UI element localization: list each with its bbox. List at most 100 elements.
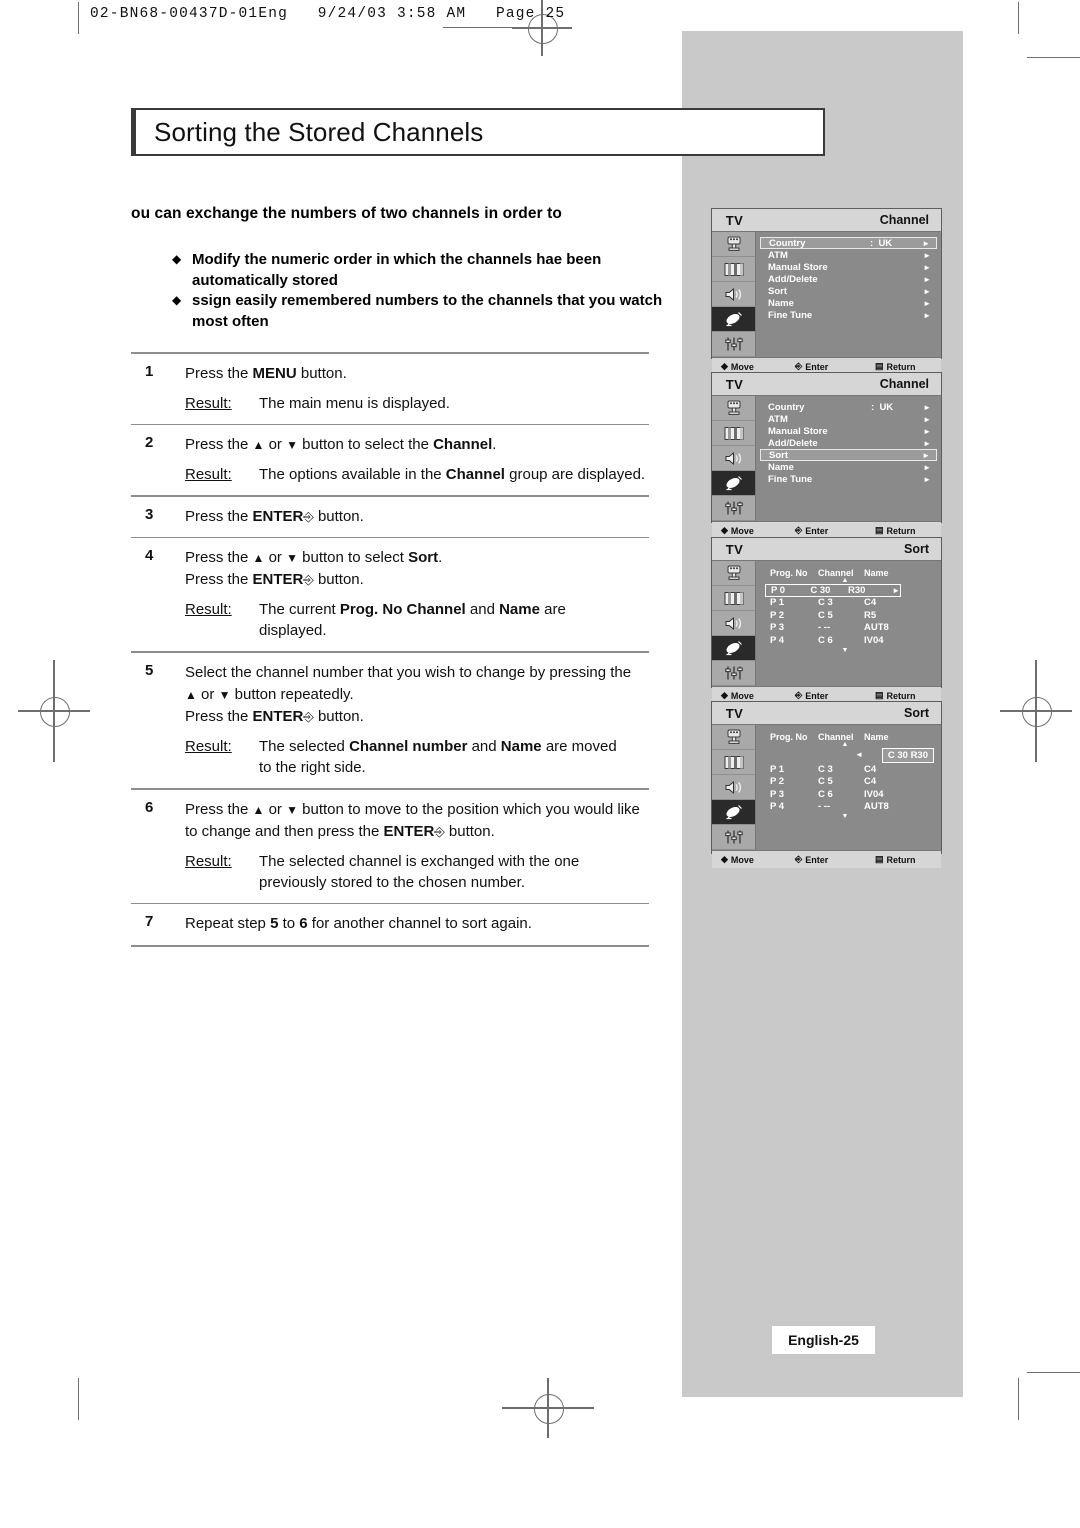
step-text-5: Select the channel number that you wish …: [185, 663, 632, 725]
page-title-box: Sorting the Stored Channels: [131, 108, 825, 156]
step-text-1: Press the MENU button.: [185, 364, 347, 382]
osd-menu-item-label: Add/Delete: [768, 437, 818, 449]
osd-screen-title: Sort: [904, 542, 929, 556]
bullet-diamond-icon-2: ◆: [172, 293, 182, 307]
sound-icon[interactable]: [712, 775, 755, 800]
osd-screen-2: TV Channel Country : UK ► ATM ► Manual S…: [711, 372, 942, 539]
intro-bullet-2-text: ssign easily remembered numbers to the c…: [192, 292, 663, 330]
scroll-down-arrow-icon[interactable]: ▼: [770, 647, 920, 654]
osd-menu-item-atm[interactable]: ATM ►: [760, 249, 937, 261]
osd-sort-row[interactable]: P 1 C 3 C4: [756, 597, 941, 610]
picture-icon[interactable]: [712, 421, 755, 446]
osd-sort-channel: C 30: [810, 584, 831, 596]
osd-menu-item-country[interactable]: Country : UK ►: [760, 237, 937, 249]
osd-sort-channel: - --: [818, 801, 831, 813]
osd-menu-item-fine-tune[interactable]: Fine Tune ►: [760, 473, 937, 485]
registration-mark-left-middle: [18, 660, 90, 762]
osd-sort-row[interactable]: P 3 C 6 IV04: [756, 788, 941, 801]
osd-sort-row[interactable]: P 4 C 6 IV04: [756, 634, 941, 647]
osd-sort-row[interactable]: P 1 C 3 C4: [756, 763, 941, 776]
osd-menu-item-sort[interactable]: Sort ►: [760, 449, 937, 461]
input-source-icon[interactable]: [712, 725, 755, 750]
osd-menu-item-name[interactable]: Name ►: [760, 461, 937, 473]
step-row-3: 3 Press the ENTER⎆ button.: [131, 497, 649, 537]
osd-sort-col-channel: Channel: [818, 732, 854, 742]
chevron-right-icon: ►: [923, 298, 931, 308]
osd-menu-item-label: Country: [769, 237, 806, 249]
osd-footer-enter-label: Enter: [805, 690, 829, 701]
setup-sliders-icon[interactable]: [712, 496, 755, 521]
sound-icon[interactable]: [712, 446, 755, 471]
osd-footer-return: ▤ Return: [875, 361, 916, 372]
osd-sort-row[interactable]: P 4 - -- AUT8: [756, 801, 941, 814]
osd-footer-bar: ◆ Move ⎆ Enter ▤ Return: [712, 850, 941, 868]
menu-bars-icon: ▤: [875, 690, 884, 700]
osd-sort-name: R30: [848, 584, 866, 596]
osd-menu-item-add-delete[interactable]: Add/Delete ►: [760, 437, 937, 449]
input-source-icon[interactable]: [712, 561, 755, 586]
input-source-icon[interactable]: [712, 396, 755, 421]
registration-mark-bottom-center: [502, 1378, 594, 1438]
osd-footer-move-label: Move: [730, 854, 754, 865]
chevron-right-icon: ►: [923, 286, 931, 296]
osd-sort-header: Prog. No Channel Name: [756, 732, 941, 742]
osd-menu-item-country[interactable]: Country : UK ►: [760, 401, 937, 413]
setup-sliders-icon[interactable]: [712, 332, 755, 357]
osd-menu-item-sort[interactable]: Sort ►: [760, 285, 937, 297]
enter-key-icon: ⎆: [795, 690, 803, 700]
picture-icon[interactable]: [712, 750, 755, 775]
osd-menu-item-name[interactable]: Name ►: [760, 297, 937, 309]
result-label-1: Result:: [185, 394, 232, 412]
osd-menu-item-atm[interactable]: ATM ►: [760, 413, 937, 425]
osd-menu-item-value: : UK: [871, 401, 894, 413]
setup-sliders-icon[interactable]: [712, 825, 755, 850]
osd-footer-return: ▤ Return: [875, 525, 916, 536]
osd-menu-item-add-delete[interactable]: Add/Delete ►: [760, 273, 937, 285]
osd-menu-item-manual-store[interactable]: Manual Store ►: [760, 261, 937, 273]
sound-icon[interactable]: [712, 611, 755, 636]
channel-dish-icon[interactable]: [712, 636, 755, 661]
osd-sort-name: IV04: [864, 634, 884, 646]
chevron-right-icon: ►: [923, 462, 931, 472]
osd-body: Country : UK ► ATM ► Manual Store ► Add/…: [712, 232, 941, 357]
osd-titlebar: TV Channel: [712, 373, 941, 396]
scroll-down-arrow-icon[interactable]: ▼: [770, 813, 920, 820]
osd-titlebar: TV Sort: [712, 538, 941, 561]
osd-titlebar: TV Sort: [712, 702, 941, 725]
step-number-4: 4: [145, 547, 154, 565]
osd-footer-move: ◆ Move: [721, 526, 795, 536]
osd-sort-row[interactable]: P 0 C 30 R30 ►: [765, 584, 901, 597]
osd-sort-row[interactable]: P 2 C 5 C4: [756, 776, 941, 789]
chevron-right-icon: ►: [923, 250, 931, 260]
result-text-6: The selected channel is exchanged with t…: [259, 852, 580, 891]
step-text-6: Press the ▲ or ▼ button to move to the p…: [185, 800, 640, 840]
osd-sort-row[interactable]: P 2 C 5 R5: [756, 609, 941, 622]
osd-menu-item-label: Sort: [769, 449, 788, 461]
osd-footer-move-label: Move: [730, 525, 754, 536]
chevron-right-icon: ►: [923, 402, 931, 412]
osd-menu-item-label: Manual Store: [768, 261, 828, 273]
sound-icon[interactable]: [712, 282, 755, 307]
channel-dish-icon[interactable]: [712, 471, 755, 496]
osd-sort-row[interactable]: P 3 - -- AUT8: [756, 622, 941, 635]
osd-body: Country : UK ► ATM ► Manual Store ► Add/…: [712, 396, 941, 521]
osd-menu-item-fine-tune[interactable]: Fine Tune ►: [760, 309, 937, 321]
osd-menu-item-label: Name: [768, 461, 794, 473]
channel-dish-icon[interactable]: [712, 307, 755, 332]
picture-icon[interactable]: [712, 257, 755, 282]
enter-key-icon: ⎆: [795, 525, 803, 535]
step-number-3: 3: [145, 505, 154, 523]
osd-sort-name: AUT8: [864, 622, 889, 634]
setup-sliders-icon[interactable]: [712, 661, 755, 686]
osd-sort-channel: C 3: [818, 597, 833, 609]
channel-dish-icon[interactable]: [712, 800, 755, 825]
picture-icon[interactable]: [712, 586, 755, 611]
step-text-3: Press the ENTER⎆ button.: [185, 507, 364, 525]
up-down-arrows-icon: ◆: [721, 854, 728, 864]
input-source-icon[interactable]: [712, 232, 755, 257]
osd-menu-item-manual-store[interactable]: Manual Store ►: [760, 425, 937, 437]
registration-mark-right-middle: [1000, 660, 1072, 762]
result-label-2: Result:: [185, 466, 232, 484]
chevron-right-icon: ►: [892, 585, 900, 595]
osd-sort-prog: P 1: [770, 597, 785, 609]
